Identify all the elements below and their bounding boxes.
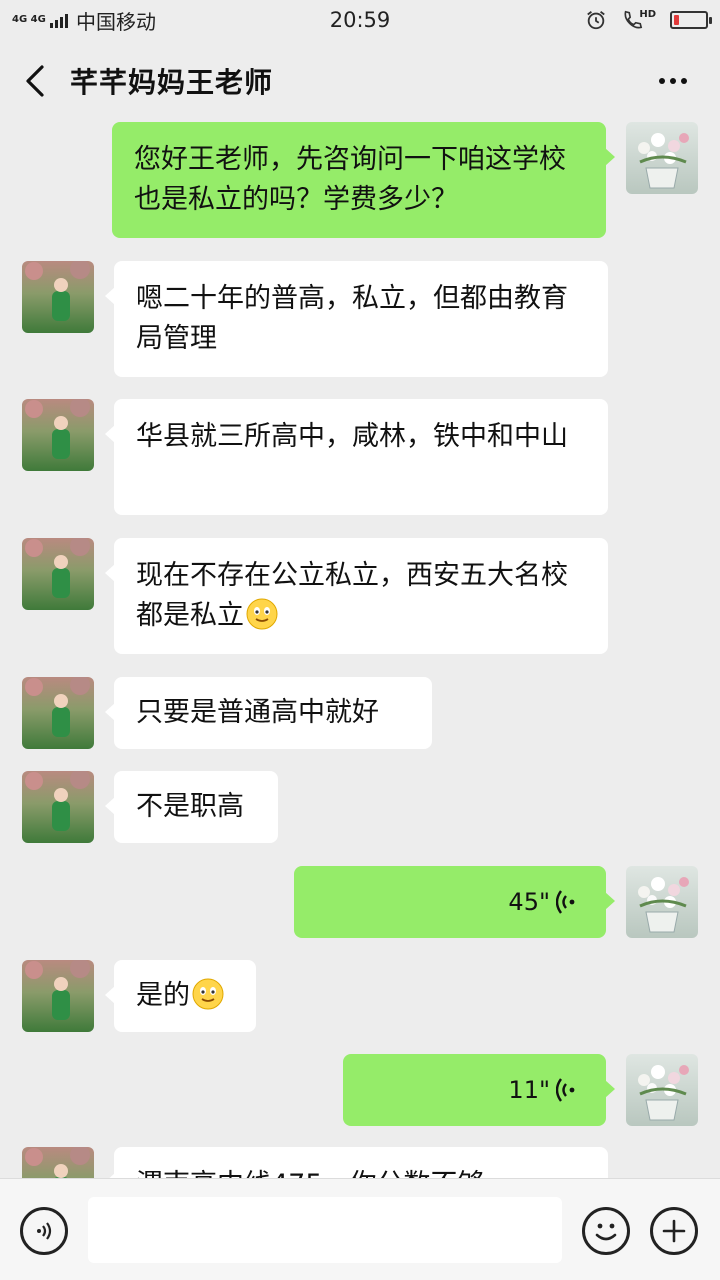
child-photo-avatar: [22, 538, 94, 610]
voice-toggle-icon: [37, 1222, 52, 1240]
child-photo-avatar: [22, 1147, 94, 1178]
avatar-contact[interactable]: [22, 960, 94, 1032]
message-bubble[interactable]: 只要是普通高中就好: [105, 677, 432, 749]
message-bubble[interactable]: 是的: [105, 960, 256, 1032]
message-text: 只要是普通高中就好: [136, 697, 379, 728]
carrier-name: 中国移动: [76, 9, 156, 34]
plus-icon: [662, 1219, 686, 1243]
message-text: 是的: [136, 980, 190, 1011]
network-type: 4G 4G: [12, 14, 46, 25]
flower-vase-avatar: [626, 122, 698, 194]
message-bubble[interactable]: 华县就三所高中，咸林，铁中和中山: [105, 399, 608, 515]
message-bubble[interactable]: 现在不存在公立私立，西安五大名校都是私立: [105, 538, 608, 654]
more-dot: [681, 78, 687, 84]
back-button[interactable]: [0, 40, 70, 122]
more-dot: [670, 78, 676, 84]
child-photo-avatar: [22, 261, 94, 333]
avatar-self[interactable]: [626, 122, 698, 194]
voice-message-bubble[interactable]: 11": [343, 1054, 615, 1126]
chevron-left-icon: [26, 65, 44, 97]
voice-wave-icon: [556, 890, 575, 914]
smile-emoji-icon: [192, 978, 224, 1010]
child-photo-avatar: [22, 771, 94, 843]
voice-duration: 45": [508, 888, 550, 916]
message-text: 现在不存在公立私立，西安五大名校都是私立: [136, 560, 568, 631]
chat-area[interactable]: 您好王老师，先咨询问一下咱这学校也是私立的吗？学费多少？ 嗯二十年的普高，私立，…: [0, 122, 720, 1178]
child-photo-avatar: [22, 960, 94, 1032]
message-text: 渭南高中线475，你分数不够: [136, 1169, 485, 1178]
emoji-icon: [595, 1223, 617, 1241]
voice-duration: 11": [508, 1076, 550, 1104]
child-photo-avatar: [22, 677, 94, 749]
avatar-contact[interactable]: [22, 1147, 94, 1178]
message-text: 华县就三所高中，咸林，铁中和中山: [136, 421, 568, 452]
chat-title: 芊芊妈妈王老师: [70, 66, 274, 99]
avatar-contact[interactable]: [22, 538, 94, 610]
avatar-contact[interactable]: [22, 677, 94, 749]
avatar-contact[interactable]: [22, 399, 94, 471]
child-photo-avatar: [22, 399, 94, 471]
message-bubble[interactable]: 渭南高中线475，你分数不够: [105, 1147, 608, 1178]
more-options-button[interactable]: [648, 64, 698, 98]
battery-level: [674, 15, 679, 25]
message-input[interactable]: [88, 1197, 562, 1263]
alarm-icon: [587, 11, 606, 30]
message-text: 您好王老师，先咨询问一下咱这学校也是私立的吗？学费多少？: [134, 144, 566, 215]
voice-message-bubble[interactable]: 45": [294, 866, 615, 938]
voice-wave-icon: [556, 1078, 575, 1102]
message-bubble[interactable]: 嗯二十年的普高，私立，但都由教育局管理: [105, 261, 608, 377]
flower-vase-avatar: [626, 1054, 698, 1126]
battery-icon: [670, 11, 712, 29]
avatar-contact[interactable]: [22, 771, 94, 843]
hd-label: HD: [639, 9, 656, 20]
hd-call-indicator: HD: [621, 9, 656, 31]
input-bar: [0, 1178, 720, 1280]
voice-toggle-button[interactable]: [20, 1207, 68, 1255]
more-functions-button[interactable]: [650, 1207, 698, 1255]
more-dots-icon: [659, 78, 665, 84]
chat-header: 芊芊妈妈王老师: [0, 40, 720, 122]
avatar-self[interactable]: [626, 866, 698, 938]
message-bubble[interactable]: 不是职高: [105, 771, 278, 843]
message-text: 不是职高: [136, 791, 244, 822]
status-right: HD: [585, 9, 712, 31]
smile-emoji-icon: [246, 598, 278, 630]
signal-icon: [50, 12, 68, 28]
avatar-contact[interactable]: [22, 261, 94, 333]
flower-vase-avatar: [626, 866, 698, 938]
status-bar: 4G 4G 中国移动 20:59 HD: [0, 0, 720, 40]
message-bubble[interactable]: 您好王老师，先咨询问一下咱这学校也是私立的吗？学费多少？: [112, 122, 615, 238]
status-left: 4G 4G 中国移动: [12, 6, 156, 35]
avatar-self[interactable]: [626, 1054, 698, 1126]
message-text: 嗯二十年的普高，私立，但都由教育局管理: [136, 283, 568, 354]
emoji-button[interactable]: [582, 1207, 630, 1255]
